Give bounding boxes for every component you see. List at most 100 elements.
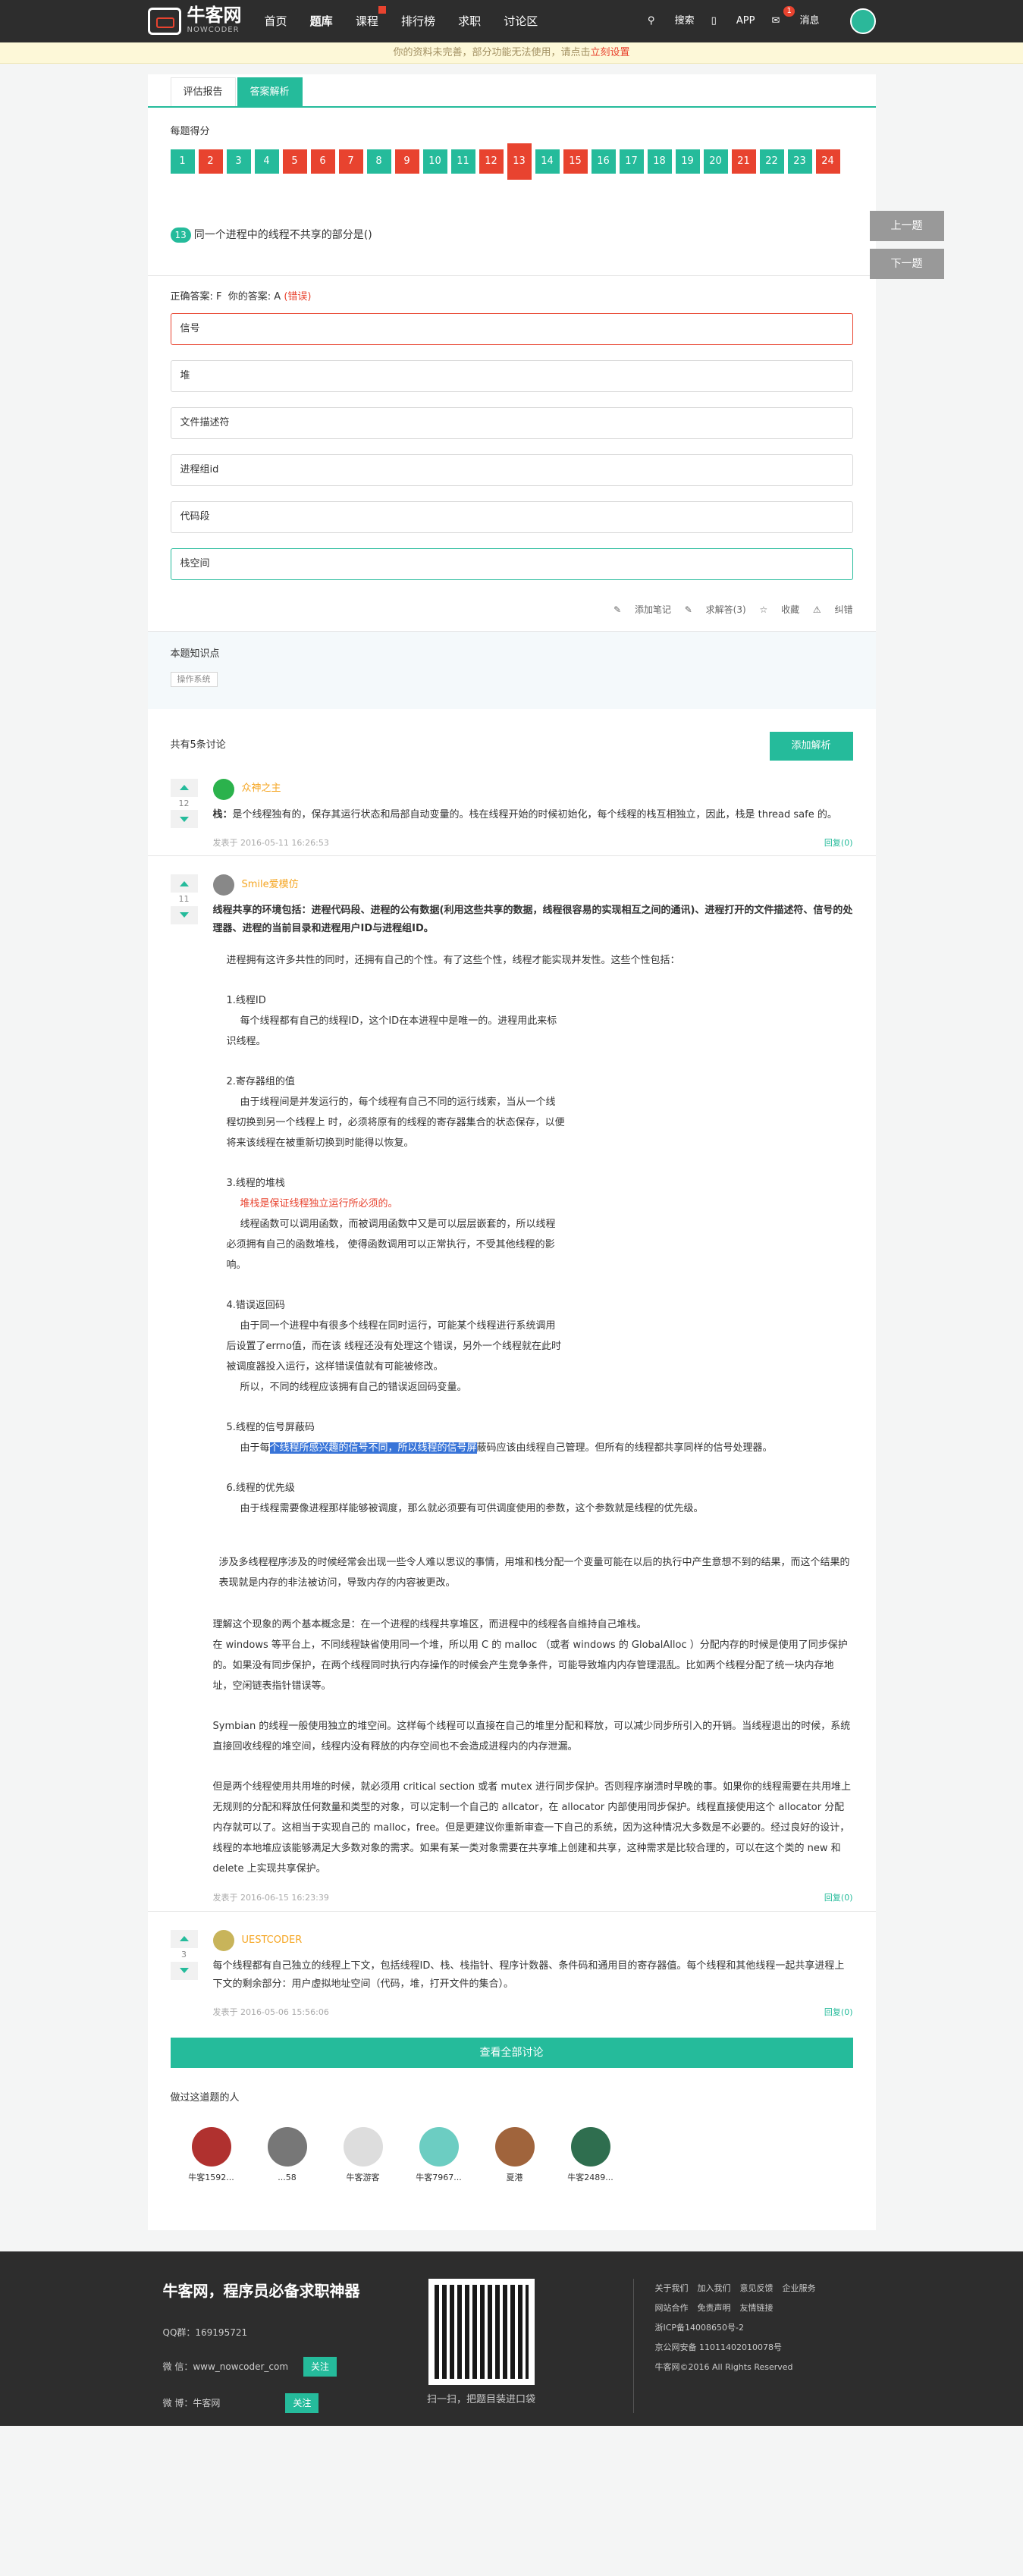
option-list: 信号 堆 文件描述符 进程组id 代码段 栈空间 <box>170 312 853 580</box>
commenter-avatar[interactable] <box>212 874 234 896</box>
item-line: 响。 <box>226 1260 246 1272</box>
footer-link[interactable]: 企业服务 <box>783 2283 816 2293</box>
peer-item[interactable]: 夏港 <box>491 2127 539 2185</box>
question-number-7[interactable]: 7 <box>338 149 363 174</box>
message-count-badge: 1 <box>783 5 795 17</box>
item-line: 由于线程需要像进程那样能够被调度，那么就必须要有可供调度使用的参数，这个参数就是… <box>240 1503 704 1515</box>
reply-link[interactable]: 回复(0) <box>824 836 853 850</box>
question-number-21[interactable]: 21 <box>731 149 756 174</box>
user-avatar[interactable] <box>849 8 876 34</box>
ask-answer-button[interactable]: ✎ 求解答(3) <box>685 604 746 615</box>
question-number-5[interactable]: 5 <box>282 149 307 174</box>
arrow-up-icon <box>179 1936 189 1942</box>
nav-forum[interactable]: 讨论区 <box>504 12 538 30</box>
downvote-button[interactable] <box>170 1961 198 1980</box>
question-number-4[interactable]: 4 <box>254 149 279 174</box>
tab-analysis[interactable]: 答案解析 <box>237 77 303 106</box>
question-number-8[interactable]: 8 <box>366 149 391 174</box>
footer-link[interactable]: 关于我们 <box>655 2283 689 2293</box>
footer-weibo: 微 博：牛客网 <box>162 2397 221 2408</box>
follow-weibo-button[interactable]: 关注 <box>285 2393 319 2414</box>
logo[interactable]: 牛客网 NOWCODER <box>147 6 242 36</box>
result-tabs: 评估报告 答案解析 <box>147 74 876 108</box>
question-number-11[interactable]: 11 <box>450 149 475 174</box>
nav-ranking[interactable]: 排行榜 <box>401 12 435 30</box>
add-analysis-button[interactable]: 添加解析 <box>769 731 853 761</box>
downvote-button[interactable] <box>170 905 198 924</box>
knowledge-tag[interactable]: 操作系统 <box>170 671 218 687</box>
comment-bold: 栈： <box>212 808 233 820</box>
option-c: 文件描述符 <box>170 406 853 439</box>
question-number-19[interactable]: 19 <box>675 149 700 174</box>
next-question-button[interactable]: 下一题 <box>869 249 944 279</box>
peer-item[interactable]: 牛客游客 <box>339 2127 388 2185</box>
question-number-9[interactable]: 9 <box>394 149 419 174</box>
question-number-6[interactable]: 6 <box>310 149 335 174</box>
footer-link[interactable]: 免责声明 <box>698 2303 731 2313</box>
comment-detail: 进程拥有这许多共性的同时，还拥有自己的个性。有了这些个性，线程才能实现并发性。这… <box>213 950 853 1519</box>
comment-item: 12 众神之主 栈：是个线程独有的，保存其运行状态和局部自动变量的。栈在线程开始… <box>147 761 876 857</box>
nav-jobs[interactable]: 求职 <box>458 12 481 30</box>
question-number-12[interactable]: 12 <box>479 149 504 174</box>
search-link[interactable]: ⚲ 搜索 <box>648 14 695 30</box>
app-link[interactable]: ▯ APP <box>711 14 755 30</box>
message-link[interactable]: ✉ 1 消息 <box>771 5 820 30</box>
view-all-discussions-button[interactable]: 查看全部讨论 <box>170 2037 853 2068</box>
peer-item[interactable]: 牛客1592... <box>187 2127 236 2185</box>
reply-link[interactable]: 回复(0) <box>824 1891 853 1905</box>
favorite-button[interactable]: ☆ 收藏 <box>759 604 799 615</box>
downvote-button[interactable] <box>170 810 198 829</box>
nav-home[interactable]: 首页 <box>265 12 287 30</box>
question-number-20[interactable]: 20 <box>703 149 728 174</box>
nav-courses[interactable]: 课程 <box>356 5 386 30</box>
footer-link[interactable]: 意见反馈 <box>740 2283 774 2293</box>
upvote-button[interactable] <box>170 1929 198 1948</box>
footer-wechat: 微 信：www_nowcoder_com <box>162 2361 289 2372</box>
footer-qq: QQ群：169195721 <box>162 2327 248 2338</box>
prev-question-button[interactable]: 上一题 <box>869 211 944 241</box>
footer-link[interactable]: 网站合作 <box>655 2303 689 2313</box>
question-number-22[interactable]: 22 <box>759 149 784 174</box>
footer-link[interactable]: 友情链接 <box>740 2303 774 2313</box>
footer: 牛客网，程序员必备求职神器 QQ群：169195721 微 信：www_nowc… <box>0 2251 1023 2426</box>
upvote-button[interactable] <box>170 874 198 893</box>
main-nav: 首页 题库 课程 排行榜 求职 讨论区 <box>265 5 558 31</box>
footer-link[interactable]: 加入我们 <box>698 2283 731 2293</box>
question-number-10[interactable]: 10 <box>422 149 447 174</box>
question-number-23[interactable]: 23 <box>787 149 812 174</box>
comment-paragraph: Symbian 的线程一般使用独立的堆空间。这样每个线程可以直接在自己的堆里分配… <box>212 1721 851 1753</box>
follow-wechat-button[interactable]: 关注 <box>303 2357 337 2377</box>
question-number-13[interactable]: 13 <box>507 143 532 180</box>
reply-link[interactable]: 回复(0) <box>824 2006 853 2019</box>
question-number-1[interactable]: 1 <box>170 149 195 174</box>
commenter-name[interactable]: UESTCODER <box>242 1933 303 1949</box>
question-number-24[interactable]: 24 <box>815 149 840 174</box>
peer-item[interactable]: 牛客7967... <box>415 2127 463 2185</box>
copyright: 牛客网©2016 All Rights Reserved <box>654 2361 793 2372</box>
add-note-button[interactable]: ✎ 添加笔记 <box>613 604 671 615</box>
peer-item[interactable]: ...58 <box>263 2127 312 2185</box>
report-error-button[interactable]: ⚠ 纠错 <box>813 604 853 615</box>
notice-settings-link[interactable]: 立刻设置 <box>591 47 630 58</box>
vote-box: 12 <box>170 778 198 856</box>
peer-item[interactable]: 牛客2489... <box>566 2127 615 2185</box>
commenter-name[interactable]: 众神之主 <box>242 781 281 797</box>
tab-report[interactable]: 评估报告 <box>170 77 236 106</box>
question-number-16[interactable]: 16 <box>591 149 616 174</box>
comment-time: 发表于 2016-05-11 16:26:53 <box>212 837 329 848</box>
question-number-17[interactable]: 17 <box>619 149 644 174</box>
question-number-14[interactable]: 14 <box>535 149 560 174</box>
upvote-button[interactable] <box>170 778 198 797</box>
nav-questions[interactable]: 题库 <box>310 12 333 30</box>
wrong-mark: (错误) <box>284 291 312 303</box>
commenter-avatar[interactable] <box>212 1929 234 1951</box>
commenter-name[interactable]: Smile爱模仿 <box>242 877 299 893</box>
question-number-15[interactable]: 15 <box>563 149 588 174</box>
question-number-2[interactable]: 2 <box>198 149 223 174</box>
item-line: 后设置了errno值，而在该 线程还没有处理这个错误，另外一个线程就在此时 <box>226 1341 562 1353</box>
question-number-18[interactable]: 18 <box>647 149 672 174</box>
peer-name: 夏港 <box>506 2173 523 2183</box>
commenter-avatar[interactable] <box>212 778 234 800</box>
question-number-3[interactable]: 3 <box>226 149 251 174</box>
comment-body: 是个线程独有的，保存其运行状态和局部自动变量的。栈在线程开始的时候初始化，每个线… <box>232 808 837 820</box>
